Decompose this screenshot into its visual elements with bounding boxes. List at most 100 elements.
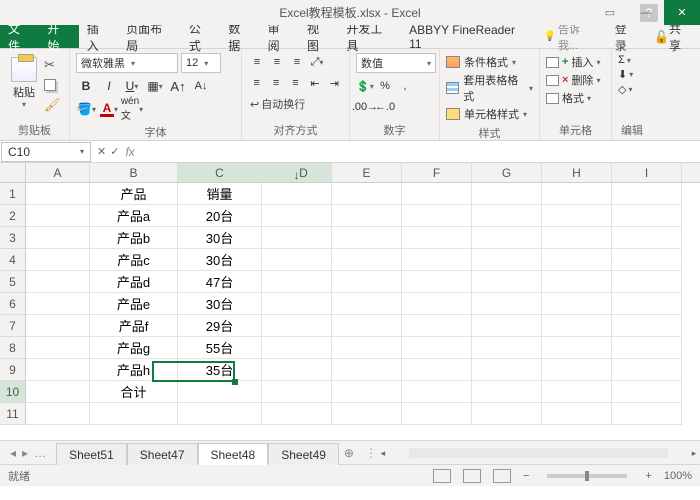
normal-view-icon[interactable] <box>433 469 451 483</box>
row-header-9[interactable]: 9 <box>0 359 25 381</box>
cell-D5[interactable] <box>262 271 332 293</box>
fx-icon[interactable]: fx <box>125 145 134 159</box>
cell-E9[interactable] <box>332 359 402 381</box>
cell-E3[interactable] <box>332 227 402 249</box>
minimize-icon[interactable]: — <box>628 0 664 25</box>
percent-button[interactable]: % <box>376 77 394 95</box>
cell-E1[interactable] <box>332 183 402 205</box>
cell-E2[interactable] <box>332 205 402 227</box>
cell-F1[interactable] <box>402 183 472 205</box>
cell-E11[interactable] <box>332 403 402 425</box>
cell-A2[interactable] <box>26 205 90 227</box>
cell-F7[interactable] <box>402 315 472 337</box>
cell-I9[interactable] <box>612 359 682 381</box>
row-header-10[interactable]: 10 <box>0 381 25 403</box>
cancel-formula-icon[interactable]: ✕ <box>97 145 106 158</box>
sheet-nav-more-icon[interactable]: … <box>34 446 46 460</box>
cell-A4[interactable] <box>26 249 90 271</box>
cell-I11[interactable] <box>612 403 682 425</box>
cell-H11[interactable] <box>542 403 612 425</box>
cell-F8[interactable] <box>402 337 472 359</box>
sheet-tab-1[interactable]: Sheet51 <box>56 443 127 465</box>
cell-G8[interactable] <box>472 337 542 359</box>
cell-A3[interactable] <box>26 227 90 249</box>
cell-A6[interactable] <box>26 293 90 315</box>
decrease-font-button[interactable]: A↓ <box>191 76 211 96</box>
align-left-button[interactable]: ≡ <box>248 74 265 92</box>
col-header-G[interactable]: G <box>472 163 542 182</box>
hscroll-left-icon[interactable]: ◂ <box>377 446 389 460</box>
cell-A9[interactable] <box>26 359 90 381</box>
font-color-button[interactable]: A▾ <box>99 99 119 119</box>
ribbon-options-icon[interactable]: ▭ <box>592 0 628 25</box>
cell-A1[interactable] <box>26 183 90 205</box>
login-link[interactable]: 登录 <box>607 25 646 48</box>
cell-D7[interactable] <box>262 315 332 337</box>
number-format-select[interactable]: 数值▾ <box>356 53 436 73</box>
cell-C2[interactable]: 20台 <box>178 205 262 227</box>
page-break-view-icon[interactable] <box>493 469 511 483</box>
cell-F3[interactable] <box>402 227 472 249</box>
formula-input[interactable] <box>141 142 700 162</box>
cell-H10[interactable] <box>542 381 612 403</box>
cell-E10[interactable] <box>332 381 402 403</box>
autosum-button[interactable]: Σ▾ <box>618 53 646 67</box>
cell-A5[interactable] <box>26 271 90 293</box>
cell-D8[interactable] <box>262 337 332 359</box>
cell-D2[interactable] <box>262 205 332 227</box>
cell-I6[interactable] <box>612 293 682 315</box>
cell-I10[interactable] <box>612 381 682 403</box>
row-header-4[interactable]: 4 <box>0 249 25 271</box>
name-box[interactable]: C10▾ <box>1 142 91 162</box>
cell-B5[interactable]: 产品d <box>90 271 178 293</box>
cell-D1[interactable] <box>262 183 332 205</box>
cell-H3[interactable] <box>542 227 612 249</box>
cell-B1[interactable]: 产品 <box>90 183 178 205</box>
cell-A8[interactable] <box>26 337 90 359</box>
cell-I7[interactable] <box>612 315 682 337</box>
font-size-select[interactable]: 12▾ <box>181 53 221 73</box>
cell-H2[interactable] <box>542 205 612 227</box>
col-header-D[interactable]: ↓D <box>262 163 332 182</box>
hscroll-right-icon[interactable]: ▸ <box>688 446 700 460</box>
share-button[interactable]: 🔓 共享 <box>646 25 700 48</box>
fill-button[interactable]: ⬇▾ <box>618 67 646 82</box>
row-header-3[interactable]: 3 <box>0 227 25 249</box>
align-bottom-button[interactable]: ≡ <box>288 53 306 71</box>
cell-C5[interactable]: 47台 <box>178 271 262 293</box>
cell-D6[interactable] <box>262 293 332 315</box>
phonetic-button[interactable]: wén文▾ <box>122 99 142 119</box>
underline-button[interactable]: U▾ <box>122 76 142 96</box>
cell-I3[interactable] <box>612 227 682 249</box>
bold-button[interactable]: B <box>76 76 96 96</box>
conditional-format-button[interactable]: 条件格式▾ <box>446 53 533 71</box>
cell-I8[interactable] <box>612 337 682 359</box>
cell-B7[interactable]: 产品f <box>90 315 178 337</box>
tab-data[interactable]: 数据 <box>220 25 259 48</box>
cell-I5[interactable] <box>612 271 682 293</box>
increase-decimal-button[interactable]: .00→ <box>356 98 374 116</box>
cell-C10[interactable] <box>178 381 262 403</box>
cell-E7[interactable] <box>332 315 402 337</box>
cell-H8[interactable] <box>542 337 612 359</box>
cell-A11[interactable] <box>26 403 90 425</box>
align-center-button[interactable]: ≡ <box>267 74 284 92</box>
cell-F5[interactable] <box>402 271 472 293</box>
cell-B6[interactable]: 产品e <box>90 293 178 315</box>
cell-H4[interactable] <box>542 249 612 271</box>
tab-home[interactable]: 开始 <box>39 25 78 48</box>
cell-G1[interactable] <box>472 183 542 205</box>
cell-I1[interactable] <box>612 183 682 205</box>
cell-G9[interactable] <box>472 359 542 381</box>
cell-B10[interactable]: 合计 <box>90 381 178 403</box>
cell-H5[interactable] <box>542 271 612 293</box>
font-family-select[interactable]: 微软雅黑▾ <box>76 53 178 73</box>
cell-D11[interactable] <box>262 403 332 425</box>
cell-C6[interactable]: 30台 <box>178 293 262 315</box>
cell-B9[interactable]: 产品h <box>90 359 178 381</box>
sheet-tab-4[interactable]: Sheet49 <box>268 443 339 465</box>
decrease-indent-button[interactable]: ⇤ <box>306 74 323 92</box>
increase-indent-button[interactable]: ⇥ <box>326 74 343 92</box>
format-painter-icon[interactable]: 🖌 <box>44 97 61 113</box>
cell-H1[interactable] <box>542 183 612 205</box>
